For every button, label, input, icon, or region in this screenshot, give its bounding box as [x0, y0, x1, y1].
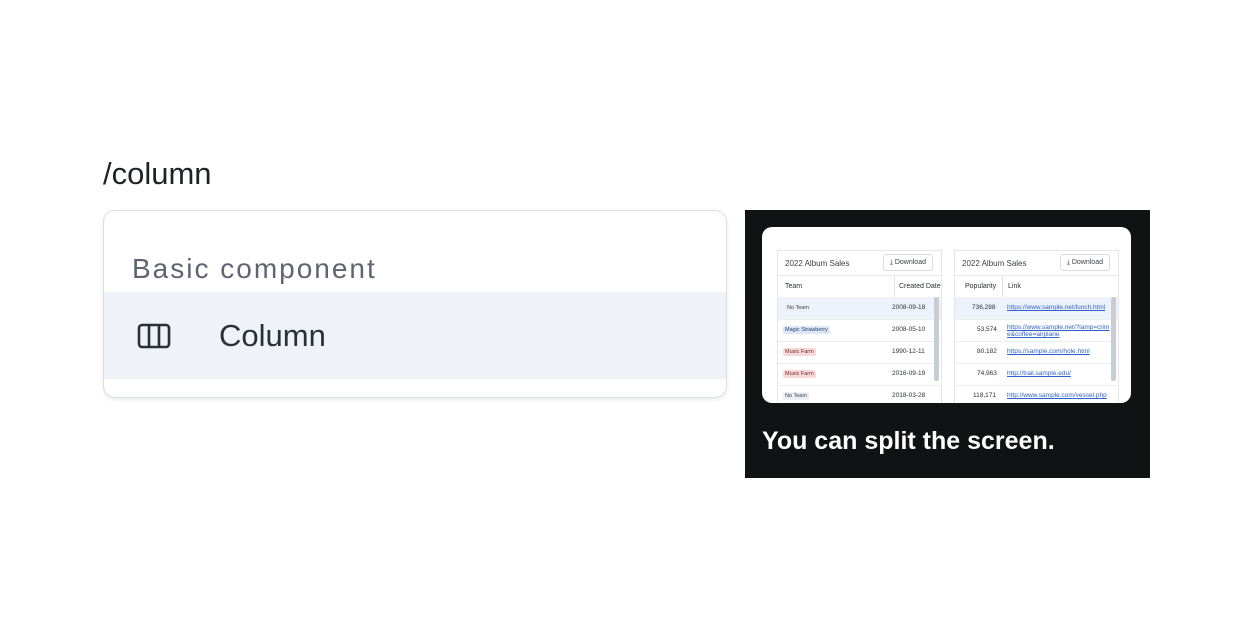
table-row: No Team 2018-03-28 [778, 385, 941, 403]
table-row: 736,288 https://www.sample.net/lunch.htm… [955, 297, 1118, 320]
table-row: 74,963 http://trail.sample.edu/ [955, 363, 1118, 386]
preview-table-left: 2022 Album Sales ⤓ Download Team Created… [777, 250, 942, 403]
menu-group-title: Basic component [132, 253, 377, 284]
table-row: 118,171 http://www.sample.com/vessel.php [955, 385, 1118, 403]
command-menu: Basic component Column [103, 210, 727, 398]
slash-command-text: /column [103, 156, 212, 191]
table-row: No Team 2008-09-18 [778, 297, 941, 320]
table-header: Team Created Date [778, 275, 941, 298]
table-row: Magic Strawberry 2008-05-10 [778, 319, 941, 342]
menu-item-column[interactable]: Column [104, 292, 726, 379]
table-title: 2022 Album Sales [962, 259, 1027, 268]
scrollbar [1111, 297, 1116, 381]
download-button: ⤓ Download [1059, 254, 1110, 271]
table-row: 80,182 https://sample.com/hole.html [955, 341, 1118, 364]
table-title: 2022 Album Sales [785, 259, 850, 268]
download-button: ⤓ Download [882, 254, 933, 271]
columns-icon [137, 323, 171, 349]
preview-caption: You can split the screen. [762, 427, 1055, 455]
table-row: Music Farm 1990-12-11 [778, 341, 941, 364]
table-row: Music Farm 2016-09-19 [778, 363, 941, 386]
scrollbar [934, 297, 939, 381]
preview-table-right: 2022 Album Sales ⤓ Download Popularity L… [954, 250, 1119, 403]
preview-image: 2022 Album Sales ⤓ Download Team Created… [762, 227, 1131, 403]
table-header: Popularity Link [955, 275, 1118, 298]
column-header: Link [1002, 276, 1021, 297]
column-header: Created Date [894, 276, 941, 297]
table-row: 53,574 https://www.sample.net/?lamp=crim… [955, 319, 1118, 342]
preview-tooltip: 2022 Album Sales ⤓ Download Team Created… [745, 210, 1150, 478]
column-header: Popularity [965, 283, 997, 290]
column-header: Team [785, 283, 803, 290]
menu-item-label: Column [219, 318, 326, 353]
